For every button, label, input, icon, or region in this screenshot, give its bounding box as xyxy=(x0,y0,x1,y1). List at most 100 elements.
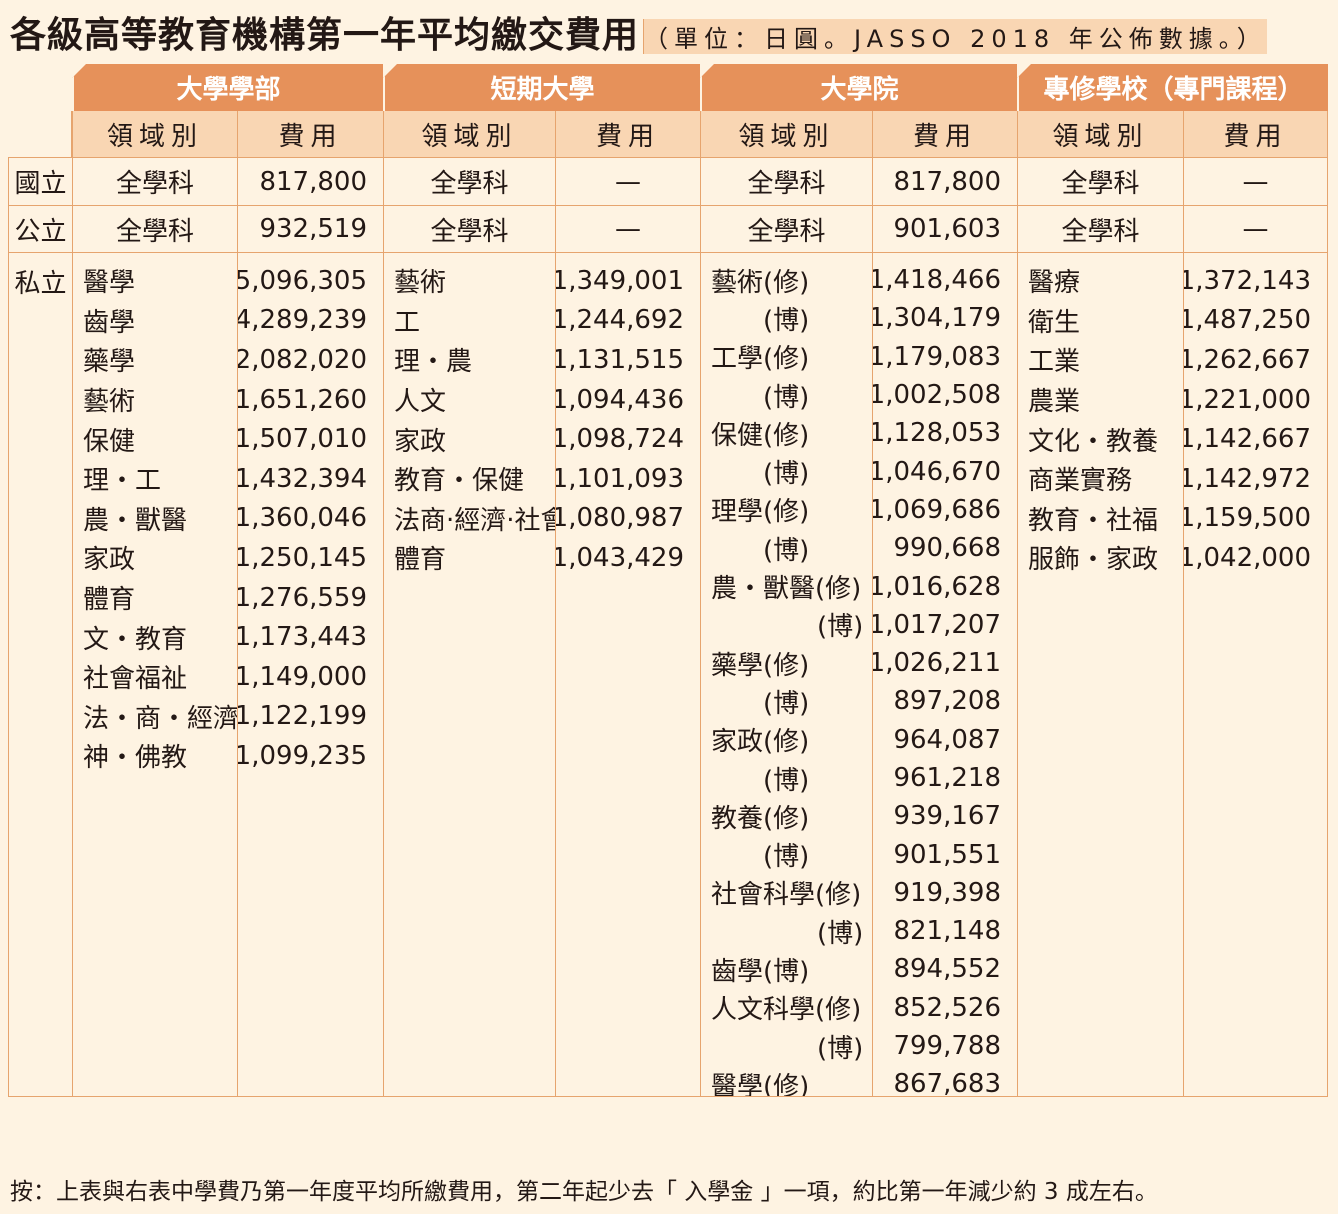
field-name: (博) xyxy=(763,382,810,413)
field-name: (博) xyxy=(817,612,864,643)
field-name: (博) xyxy=(763,459,810,490)
field-name: 醫學(修) xyxy=(711,1071,810,1097)
fee-value: 1,101,093 xyxy=(555,463,684,494)
fee-value: 1,262,667 xyxy=(1183,344,1311,375)
field-name: 家政 xyxy=(394,426,447,457)
table-cell: 全學科 xyxy=(383,157,555,205)
field-name: (博) xyxy=(817,918,864,949)
fee-value: 919,398 xyxy=(893,877,1001,908)
field-name: 文・教育 xyxy=(83,624,188,655)
field-name: 神・佛教 xyxy=(83,743,188,774)
fee-value: 1,098,724 xyxy=(555,424,684,455)
field-name: 工業 xyxy=(1028,347,1081,378)
fee-value: 1,149,000 xyxy=(237,661,367,692)
fee-value: 1,131,515 xyxy=(555,344,684,375)
table-cell: — xyxy=(1183,205,1328,252)
field-name: 保健 xyxy=(83,426,136,457)
field-name: 文化・教養 xyxy=(1028,426,1159,457)
page-title: 各級高等教育機構第一年平均繳交費用 xyxy=(10,15,640,56)
fee-value: 1,046,670 xyxy=(872,456,1001,487)
fee-value: 964,087 xyxy=(893,724,1001,755)
table-cell: 817,800 xyxy=(237,157,383,205)
fee-value: 901,551 xyxy=(893,839,1001,870)
table-cell: 全學科 xyxy=(72,157,237,205)
field-name: 農・獸醫 xyxy=(83,505,188,536)
fee-value: 1,276,559 xyxy=(237,582,367,613)
table-cell: 全學科 xyxy=(700,205,872,252)
vocational-fee-list: 1,372,143 1,487,250 1,262,667 1,221,000 1,14… xyxy=(1183,252,1328,1097)
subheader-field: 領域別 xyxy=(72,111,237,157)
fee-value: 1,043,429 xyxy=(555,542,684,573)
subheader-field: 領域別 xyxy=(1017,111,1183,157)
field-name: 教育・社福 xyxy=(1028,505,1159,536)
table-cell: — xyxy=(555,205,700,252)
table-corner-sub xyxy=(8,111,72,157)
field-name: 商業實務 xyxy=(1028,466,1133,497)
fee-value: 1,179,083 xyxy=(872,341,1001,372)
fee-value: 961,218 xyxy=(893,763,1001,793)
field-name: 人文科學(修) xyxy=(711,995,862,1026)
table-cell: 全學科 xyxy=(700,157,872,205)
field-name: 體育 xyxy=(83,585,136,616)
fee-value: 894,552 xyxy=(893,954,1001,985)
table-cell: — xyxy=(555,157,700,205)
fee-value: 1,221,000 xyxy=(1183,384,1311,415)
fee-value: 1,080,987 xyxy=(555,503,684,534)
field-name: 藥學 xyxy=(83,347,136,378)
page-title-block: 各級高等教育機構第一年平均繳交費用 （單位：日圓。JASSO 2018 年公佈數… xyxy=(10,6,1267,56)
field-name: 理學(修) xyxy=(711,497,810,528)
fee-value: 1,042,000 xyxy=(1183,542,1311,573)
subheader-fee: 費用 xyxy=(872,111,1017,157)
field-name: 教養(修) xyxy=(711,803,810,834)
fee-value: 5,096,305 xyxy=(237,265,367,296)
graduate-field-list: 藝術(修) (博) 工學(修) (博) 保健(修) (博) 理學(修) (博) 農・獸醫(修) (… xyxy=(700,252,872,1097)
field-name: (博) xyxy=(763,305,810,336)
subheader-field: 領域別 xyxy=(700,111,872,157)
table-corner xyxy=(8,64,72,111)
field-name: 法商‧經濟‧社會 xyxy=(394,505,555,536)
fee-value: 1,142,667 xyxy=(1183,424,1311,455)
fee-value: 1,360,046 xyxy=(237,503,367,534)
field-name: 農業 xyxy=(1028,387,1081,418)
field-name: 藝術 xyxy=(394,268,447,299)
fee-value: 1,094,436 xyxy=(555,384,684,415)
fee-value: 1,002,508 xyxy=(872,380,1001,411)
field-name: (博) xyxy=(763,842,810,873)
fee-value: 852,526 xyxy=(893,992,1001,1023)
fee-value: 1,432,394 xyxy=(237,463,367,494)
field-name: (博) xyxy=(817,1033,864,1064)
field-name: 醫學 xyxy=(83,268,136,299)
fee-value: 1,349,001 xyxy=(555,265,684,296)
table-cell: 817,800 xyxy=(872,157,1017,205)
fee-value: 1,069,686 xyxy=(872,494,1001,525)
field-name: 家政(修) xyxy=(711,727,810,758)
fee-value: 1,159,500 xyxy=(1183,503,1311,534)
field-name: 體育 xyxy=(394,545,447,576)
field-name: 家政 xyxy=(83,545,136,576)
graduate-fee-list: 1,418,466 1,304,179 1,179,083 1,002,508 1,12… xyxy=(872,252,1017,1097)
field-name: 齒學(博) xyxy=(711,956,810,987)
junior-college-field-list: 藝術工理・農 人文 家政 教育・保健 法商‧經濟‧社會 體育 xyxy=(383,252,555,1097)
page-subtitle: （單位：日圓。JASSO 2018 年公佈數據。） xyxy=(643,19,1267,54)
subheader-fee: 費用 xyxy=(555,111,700,157)
fee-value: 1,173,443 xyxy=(237,622,367,653)
university-fee-list: 5,096,305 4,289,239 2,082,020 1,651,260 1,50… xyxy=(237,252,383,1097)
fee-value: 1,122,199 xyxy=(237,701,367,732)
junior-college-fee-list: 1,349,001 1,244,692 1,131,515 1,094,436 1,09… xyxy=(555,252,700,1097)
field-name: 工 xyxy=(394,307,421,338)
fee-value: 1,487,250 xyxy=(1183,305,1311,336)
header-university: 大學學部 xyxy=(72,64,383,111)
fee-value: 1,250,145 xyxy=(237,542,367,573)
university-field-list: 醫學 齒學 藥學 藝術 保健 理・工 農・獸醫 家政 體育 文・教育 社會福祉 法・商・經濟 神・佛教 xyxy=(72,252,237,1097)
fee-value: 4,289,239 xyxy=(237,305,367,336)
field-name: 藥學(修) xyxy=(711,650,810,681)
fee-value: 1,507,010 xyxy=(237,424,367,455)
table-cell: 全學科 xyxy=(383,205,555,252)
field-name: 理・農 xyxy=(394,347,473,378)
field-name: 醫療 xyxy=(1028,268,1081,299)
table-cell: 全學科 xyxy=(1017,157,1183,205)
header-graduate: 大學院 xyxy=(700,64,1017,111)
field-name: (博) xyxy=(763,688,810,719)
fee-value: 1,244,692 xyxy=(555,305,684,336)
header-vocational: 專修學校（專門課程） xyxy=(1017,64,1328,111)
